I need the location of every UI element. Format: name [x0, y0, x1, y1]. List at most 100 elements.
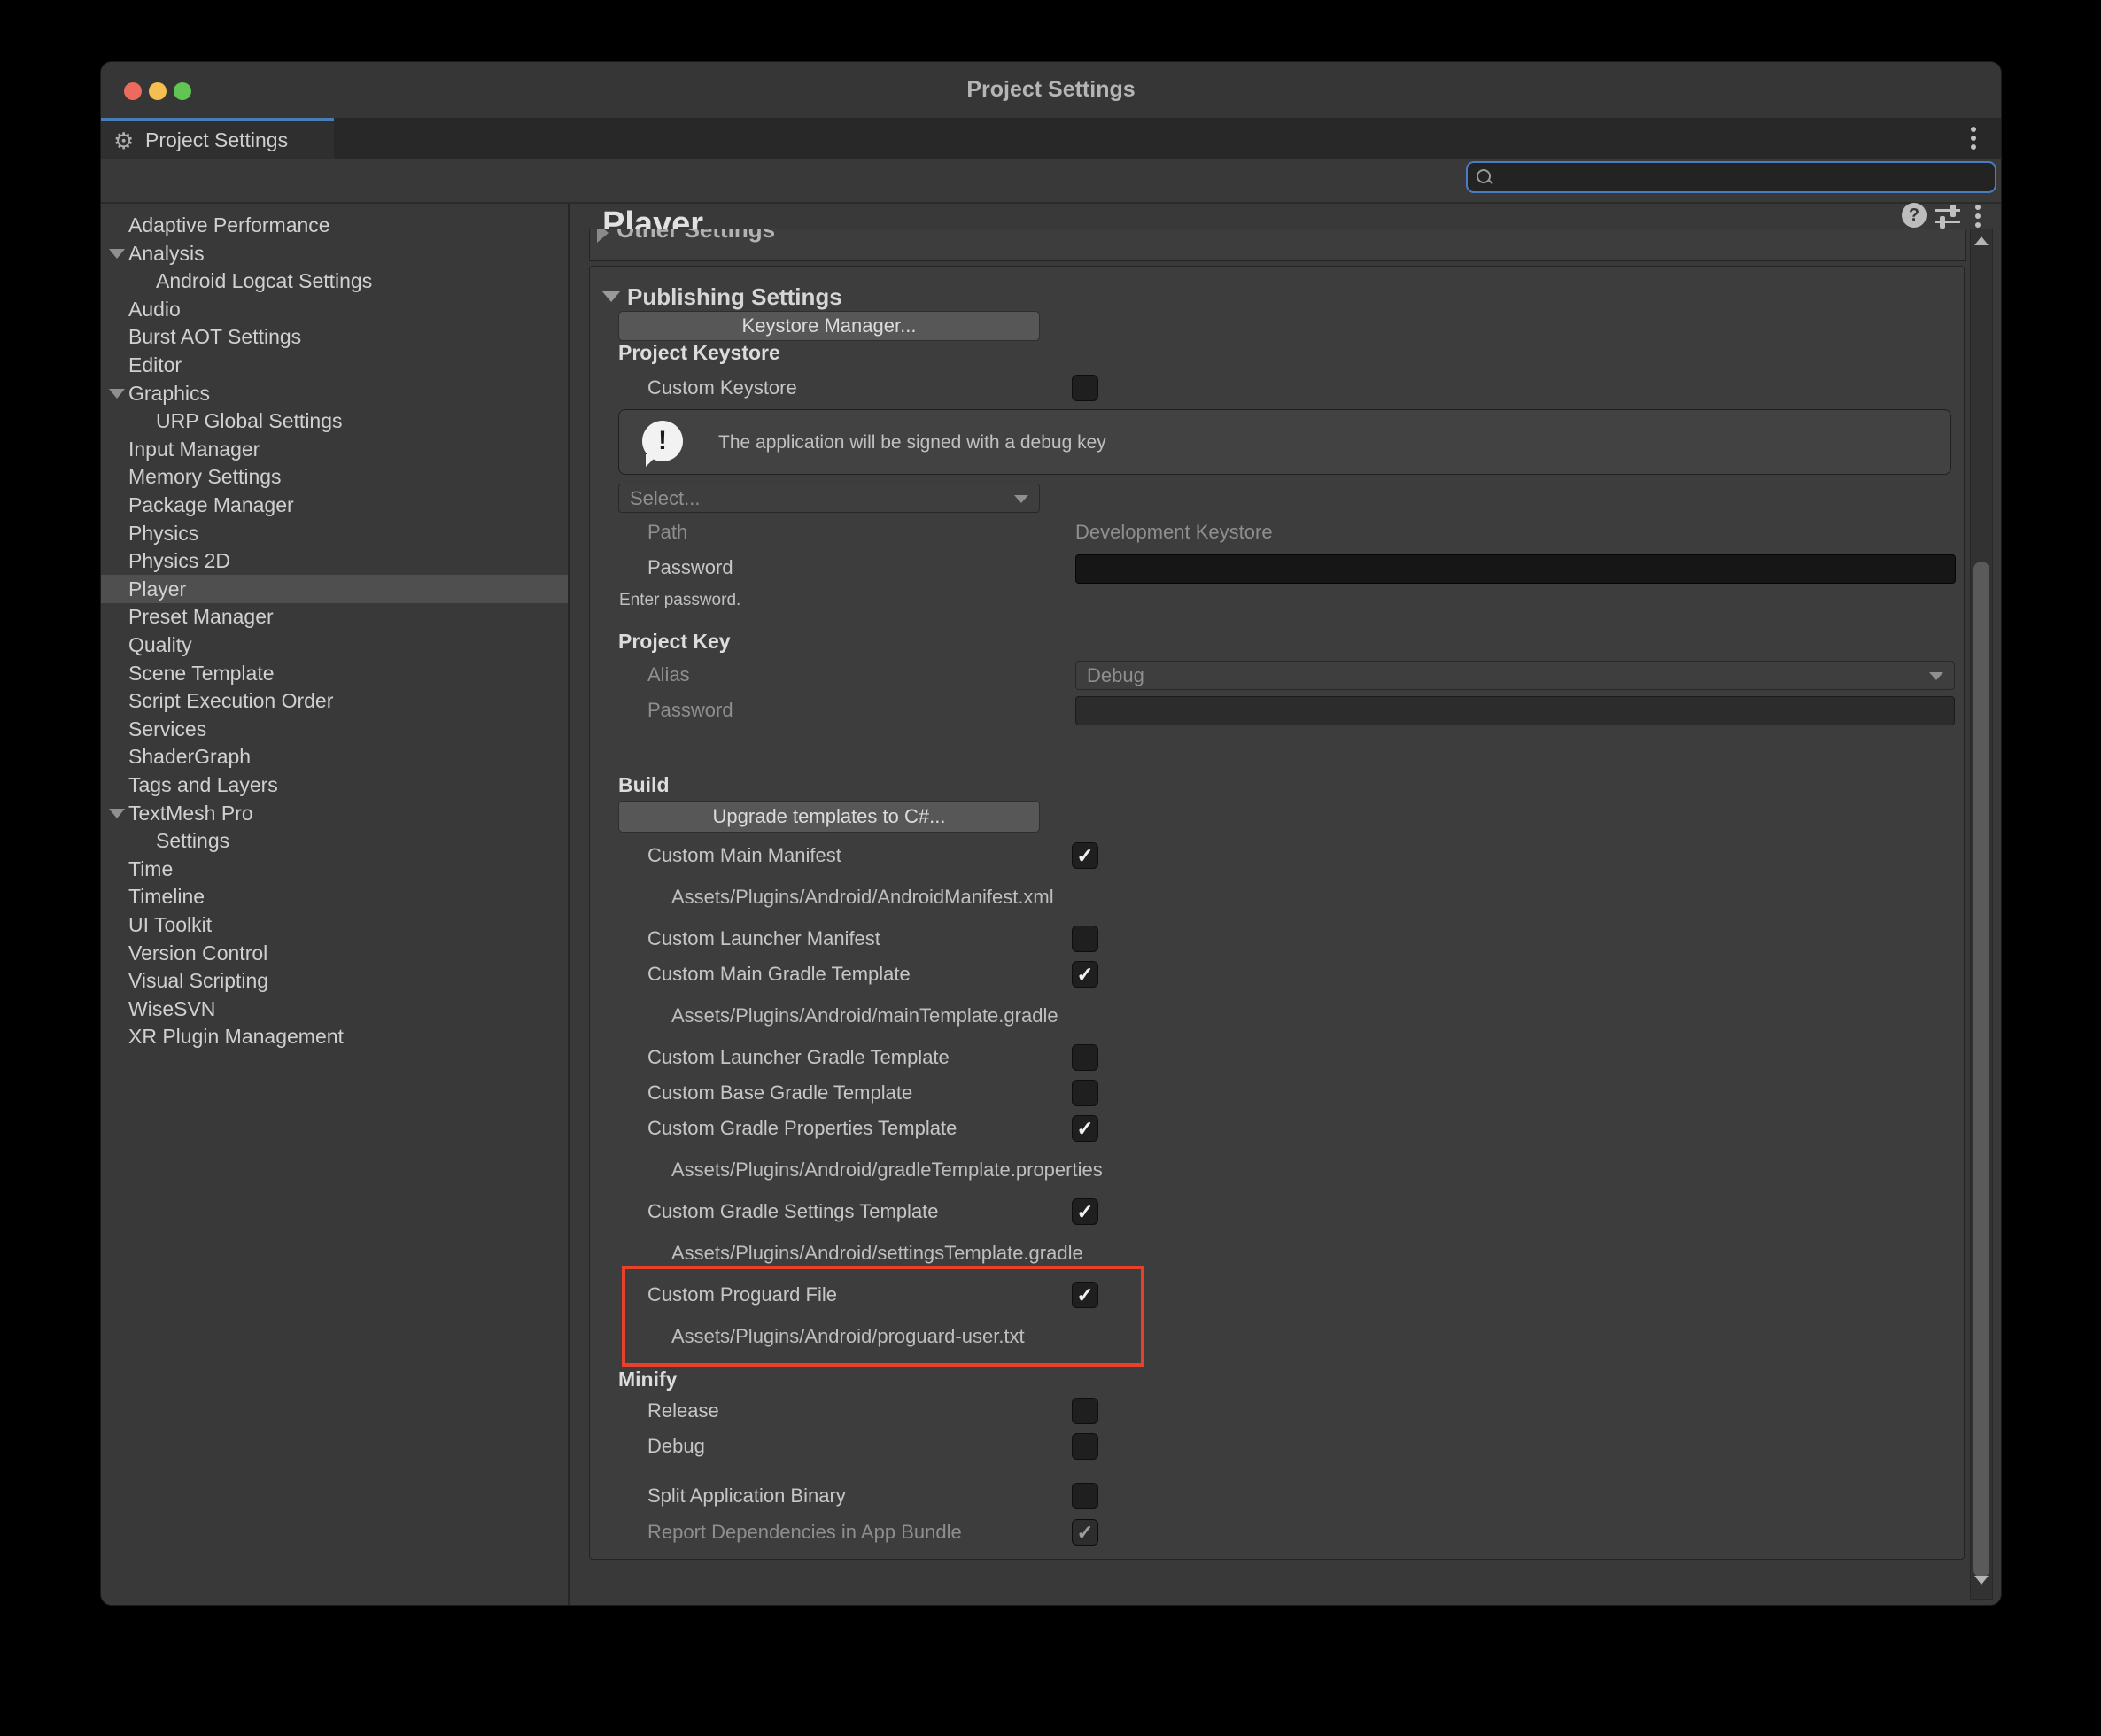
- tab-label: Project Settings: [145, 121, 288, 159]
- keystore-password-label: Password: [647, 554, 733, 581]
- sidebar-item[interactable]: UI Toolkit: [101, 911, 568, 939]
- sidebar-item-label: Analysis: [128, 242, 205, 265]
- build-row-checkbox[interactable]: [1072, 1044, 1098, 1071]
- build-row-checkbox[interactable]: [1072, 842, 1098, 869]
- sidebar-item[interactable]: Editor: [101, 351, 568, 379]
- sidebar-item-label: Physics: [128, 522, 198, 545]
- sidebar-item-label: URP Global Settings: [156, 409, 343, 432]
- sidebar-item[interactable]: Preset Manager: [101, 602, 568, 631]
- build-row-checkbox[interactable]: [1072, 961, 1098, 988]
- sidebar-item[interactable]: WiseSVN: [101, 995, 568, 1023]
- sidebar-item[interactable]: Physics 2D: [101, 546, 568, 575]
- sidebar-item[interactable]: Scene Template: [101, 659, 568, 687]
- search-input[interactable]: [1500, 165, 1981, 191]
- sidebar-item-label: Scene Template: [128, 662, 275, 685]
- sidebar-item[interactable]: ShaderGraph: [101, 742, 568, 771]
- sidebar-item[interactable]: Time: [101, 855, 568, 883]
- sidebar-item-label: Version Control: [128, 942, 267, 965]
- presets-icon[interactable]: [1935, 204, 1962, 230]
- sidebar-item-label: Preset Manager: [128, 605, 274, 628]
- sidebar-item[interactable]: Burst AOT Settings: [101, 322, 568, 351]
- custom-keystore-checkbox[interactable]: [1072, 375, 1098, 401]
- sidebar-item[interactable]: Player: [101, 575, 568, 603]
- sidebar-item-label: Memory Settings: [128, 465, 282, 488]
- sidebar-item[interactable]: Tags and Layers: [101, 771, 568, 799]
- sidebar-item-label: Editor: [128, 353, 182, 376]
- vertical-scrollbar[interactable]: [1970, 229, 1993, 1600]
- expander-arrow-icon[interactable]: [109, 389, 125, 399]
- search-row: [101, 159, 2001, 204]
- sidebar-item[interactable]: Adaptive Performance: [101, 211, 568, 239]
- build-row-label: Custom Gradle Settings Template: [647, 1198, 939, 1225]
- sidebar-item[interactable]: Settings: [101, 826, 568, 855]
- kebab-menu-icon[interactable]: [1975, 205, 2001, 231]
- sidebar-item[interactable]: Timeline: [101, 882, 568, 911]
- upgrade-templates-button[interactable]: Upgrade templates to C#...: [618, 801, 1040, 833]
- build-row-label: Custom Proguard File: [647, 1282, 837, 1308]
- sidebar-item-label: Physics 2D: [128, 549, 230, 572]
- build-row-label: Custom Launcher Manifest: [647, 926, 880, 952]
- build-row-path: Assets/Plugins/Android/settingsTemplate.…: [671, 1240, 1083, 1267]
- search-box[interactable]: [1466, 161, 1996, 193]
- scroll-down-arrow-icon[interactable]: [1974, 1576, 1989, 1585]
- kebab-menu-icon[interactable]: [1971, 127, 1976, 132]
- key-password-input[interactable]: [1075, 696, 1955, 725]
- sidebar-item-label: TextMesh Pro: [128, 802, 253, 825]
- sidebar-item[interactable]: Package Manager: [101, 491, 568, 519]
- build-heading: Build: [618, 771, 670, 798]
- build-row-checkbox[interactable]: [1072, 926, 1098, 952]
- build-row-checkbox[interactable]: [1072, 1115, 1098, 1142]
- split-application-binary-checkbox[interactable]: [1072, 1483, 1098, 1509]
- scrollbar-thumb[interactable]: [1973, 562, 1989, 1577]
- scroll-up-arrow-icon[interactable]: [1974, 236, 1989, 245]
- expander-arrow-icon[interactable]: [109, 809, 125, 818]
- build-row-checkbox[interactable]: [1072, 1198, 1098, 1225]
- sidebar-item[interactable]: Visual Scripting: [101, 966, 568, 995]
- sidebar-item-label: Android Logcat Settings: [156, 269, 372, 292]
- sidebar-item[interactable]: Script Execution Order: [101, 686, 568, 715]
- info-message: The application will be signed with a de…: [718, 410, 1106, 476]
- sidebar-item-label: Tags and Layers: [128, 773, 278, 796]
- minify-debug-checkbox[interactable]: [1072, 1433, 1098, 1460]
- build-row-label: Custom Main Manifest: [647, 842, 841, 869]
- sidebar-item[interactable]: URP Global Settings: [101, 407, 568, 435]
- keystore-manager-button[interactable]: Keystore Manager...: [618, 311, 1040, 341]
- alias-value: Debug: [1087, 662, 1144, 689]
- tab-project-settings[interactable]: ⚙ Project Settings: [101, 118, 334, 159]
- sidebar-item[interactable]: Quality: [101, 631, 568, 659]
- expanded-arrow-icon[interactable]: [601, 291, 621, 302]
- alias-dropdown[interactable]: Debug: [1075, 661, 1955, 690]
- expander-arrow-icon[interactable]: [109, 249, 125, 259]
- sidebar-item[interactable]: Analysis: [101, 239, 568, 267]
- keystore-select-dropdown[interactable]: Select...: [618, 484, 1040, 513]
- section-other-settings[interactable]: Other Settings: [589, 229, 1966, 261]
- info-icon: !: [642, 421, 683, 461]
- sidebar-item[interactable]: XR Plugin Management: [101, 1022, 568, 1050]
- build-row-label: Custom Main Gradle Template: [647, 961, 911, 988]
- sidebar-item[interactable]: TextMesh Pro: [101, 799, 568, 827]
- help-icon[interactable]: ?: [1902, 203, 1928, 229]
- sidebar-item[interactable]: Physics: [101, 519, 568, 547]
- titlebar: Project Settings: [101, 62, 2001, 119]
- build-row-path: Assets/Plugins/Android/gradleTemplate.pr…: [671, 1157, 1103, 1183]
- sidebar-item[interactable]: Version Control: [101, 939, 568, 967]
- select-value: Select...: [630, 484, 700, 512]
- window-title: Project Settings: [101, 62, 2001, 118]
- key-password-label: Password: [647, 697, 733, 724]
- minify-release-checkbox[interactable]: [1072, 1398, 1098, 1424]
- sidebar-item-label: Adaptive Performance: [128, 213, 330, 236]
- sidebar-item[interactable]: Memory Settings: [101, 462, 568, 491]
- sidebar-item[interactable]: Graphics: [101, 379, 568, 407]
- sidebar-item[interactable]: Audio: [101, 295, 568, 323]
- build-row-path: Assets/Plugins/Android/proguard-user.txt: [671, 1323, 1025, 1350]
- section-title: Other Settings: [616, 229, 775, 244]
- build-row-checkbox[interactable]: [1072, 1080, 1098, 1106]
- search-icon: [1477, 169, 1491, 183]
- section-title[interactable]: Publishing Settings: [627, 283, 842, 311]
- build-row-checkbox[interactable]: [1072, 1282, 1098, 1308]
- sidebar-item[interactable]: Android Logcat Settings: [101, 267, 568, 295]
- sidebar-item-label: Audio: [128, 298, 181, 321]
- sidebar-item[interactable]: Services: [101, 715, 568, 743]
- sidebar-item[interactable]: Input Manager: [101, 435, 568, 463]
- keystore-password-input[interactable]: [1075, 554, 1956, 584]
